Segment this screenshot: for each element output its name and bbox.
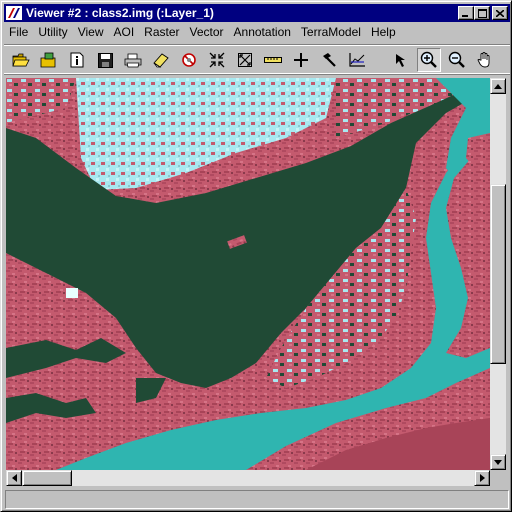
select-arrow-icon xyxy=(396,54,405,67)
select-arrow-button[interactable] xyxy=(389,48,413,72)
title-bar[interactable]: Viewer #2 : class2.img (:Layer_1) xyxy=(4,4,510,22)
eraser-icon xyxy=(153,53,169,68)
pan-hand-icon xyxy=(477,52,490,68)
viewer-window: Viewer #2 : class2.img (:Layer_1) File U… xyxy=(0,0,512,512)
maximize-icon xyxy=(477,8,487,18)
zoom-fit-icon xyxy=(209,52,225,68)
menu-raster[interactable]: Raster xyxy=(139,23,184,42)
close-icon xyxy=(496,9,504,17)
maximize-button[interactable] xyxy=(474,6,490,20)
zoom-out-icon xyxy=(448,51,465,68)
open-folder-button[interactable] xyxy=(9,48,33,72)
minimize-icon xyxy=(462,15,468,17)
crosshair-icon xyxy=(294,53,308,67)
zoom-full-button[interactable] xyxy=(233,48,257,72)
hammer-icon xyxy=(323,53,336,67)
scrollbar-corner xyxy=(490,470,506,486)
app-icon xyxy=(6,6,22,20)
menu-bar: File Utility View AOI Raster Vector Anno… xyxy=(4,23,510,42)
clear-view-icon xyxy=(182,53,196,67)
scroll-up-button[interactable] xyxy=(490,78,506,94)
window-title: Viewer #2 : class2.img (:Layer_1) xyxy=(26,6,214,20)
pan-hand-button[interactable] xyxy=(473,48,497,72)
menu-utility[interactable]: Utility xyxy=(33,23,72,42)
status-bar xyxy=(5,490,509,509)
arrow-down-icon xyxy=(494,459,502,465)
vertical-scrollbar[interactable] xyxy=(490,78,506,470)
measure-button[interactable] xyxy=(261,48,285,72)
scroll-left-button[interactable] xyxy=(6,470,22,486)
info-button[interactable] xyxy=(65,48,89,72)
horizontal-scroll-thumb[interactable] xyxy=(22,470,72,486)
save-button[interactable] xyxy=(93,48,117,72)
hammer-button[interactable] xyxy=(317,48,341,72)
zoom-in-icon xyxy=(420,51,437,68)
horizontal-scrollbar[interactable] xyxy=(6,470,490,486)
scroll-right-button[interactable] xyxy=(474,470,490,486)
menu-view[interactable]: View xyxy=(73,23,109,42)
toolbar xyxy=(4,44,510,74)
zoom-out-button[interactable] xyxy=(445,48,469,72)
open-layer-button[interactable] xyxy=(37,48,61,72)
vertical-scroll-thumb[interactable] xyxy=(490,184,506,364)
menu-vector[interactable]: Vector xyxy=(185,23,229,42)
menu-aoi[interactable]: AOI xyxy=(108,23,139,42)
arrow-left-icon xyxy=(11,474,17,482)
open-folder-icon xyxy=(12,53,30,67)
clear-view-button[interactable] xyxy=(177,48,201,72)
print-icon xyxy=(124,53,142,67)
menu-annotation[interactable]: Annotation xyxy=(229,23,296,42)
print-button[interactable] xyxy=(121,48,145,72)
eraser-button[interactable] xyxy=(149,48,173,72)
zoom-fit-button[interactable] xyxy=(205,48,229,72)
crosshair-button[interactable] xyxy=(289,48,313,72)
save-icon xyxy=(97,52,113,68)
arrow-up-icon xyxy=(494,83,502,89)
menu-help[interactable]: Help xyxy=(366,23,401,42)
close-button[interactable] xyxy=(492,6,508,20)
zoom-full-icon xyxy=(238,53,252,67)
open-layer-icon xyxy=(40,52,56,68)
image-canvas[interactable] xyxy=(6,78,490,470)
info-icon xyxy=(70,52,84,68)
classified-image xyxy=(6,78,490,470)
menu-file[interactable]: File xyxy=(4,23,33,42)
arrow-right-icon xyxy=(479,474,485,482)
minimize-button[interactable] xyxy=(458,6,474,20)
scroll-down-button[interactable] xyxy=(490,454,506,470)
menu-terramodel[interactable]: TerraModel xyxy=(296,23,366,42)
zoom-in-button[interactable] xyxy=(417,48,441,72)
profile-button[interactable] xyxy=(345,48,369,72)
profile-icon xyxy=(349,53,365,67)
measure-icon xyxy=(264,57,282,63)
